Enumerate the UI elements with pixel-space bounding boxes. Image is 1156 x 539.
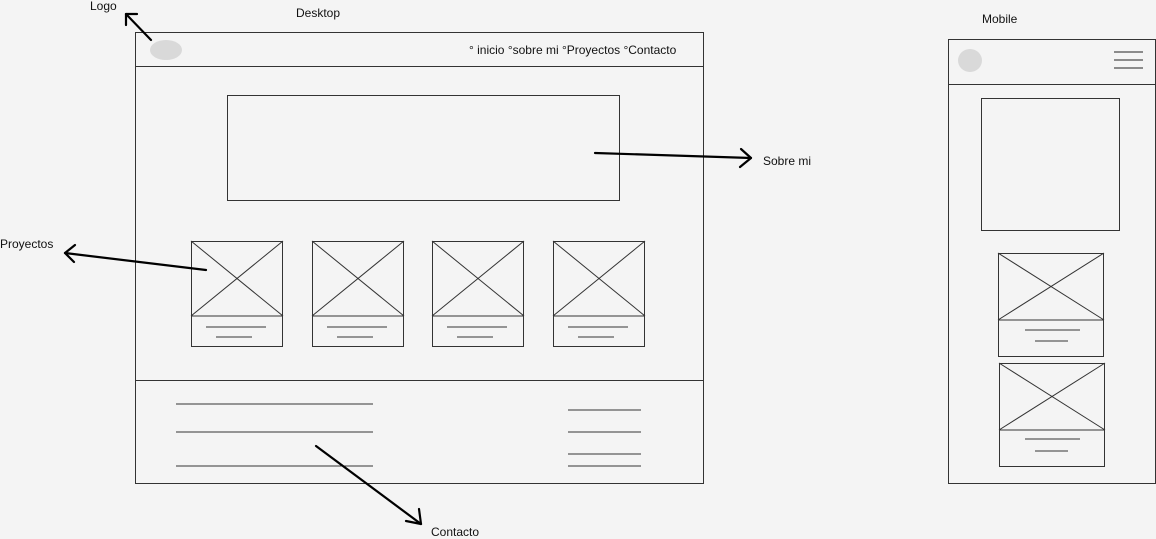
arrow-sobre-mi-icon xyxy=(593,147,753,169)
image-placeholder-icon xyxy=(190,240,284,338)
image-placeholder-icon xyxy=(552,240,646,338)
arrow-contacto-icon xyxy=(314,444,423,526)
wireframe-canvas: Desktop Mobile Logo Sobre mi Proyectos C… xyxy=(0,0,1156,539)
footer-text-lines xyxy=(176,403,641,467)
image-placeholder-icon xyxy=(997,252,1105,342)
arrow-proyectos-icon xyxy=(63,243,208,272)
image-placeholder-icon xyxy=(431,240,525,338)
hamburger-menu-icon xyxy=(1114,51,1143,69)
arrow-logo-icon xyxy=(124,12,153,42)
image-placeholder-icon xyxy=(998,362,1106,452)
image-placeholder-icon xyxy=(311,240,405,338)
lines-overlay xyxy=(63,12,1143,526)
